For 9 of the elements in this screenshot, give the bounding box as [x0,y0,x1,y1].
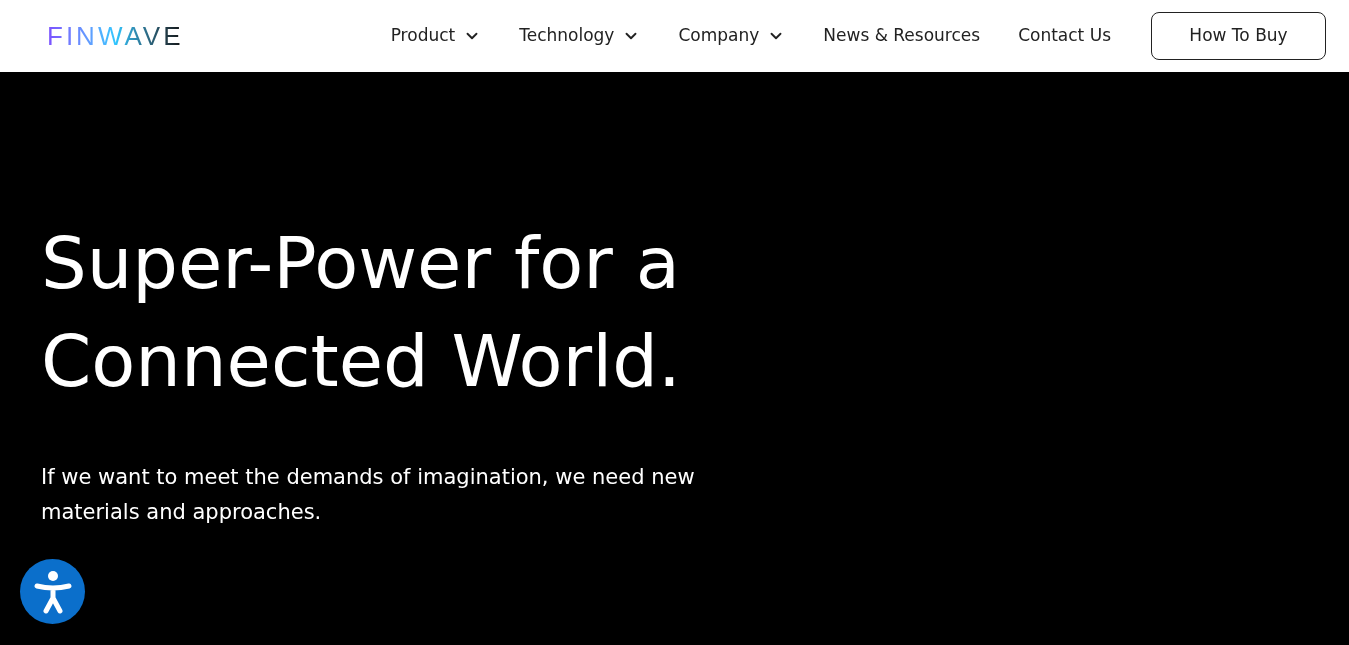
nav-link[interactable]: Contact Us [1018,23,1111,49]
nav-link[interactable]: Product [390,23,482,49]
person-icon [32,569,73,614]
hero-title: Super-Power for a Connected World. [41,220,682,405]
nav-link[interactable]: News & Resources [823,23,981,49]
hero-subtitle: If we want to meet the demands of imagination, we need new materials and approaches. [41,464,696,526]
nav-link[interactable]: Technology [519,23,641,49]
how-to-buy-button[interactable]: How To Buy [1151,12,1326,60]
nav-link[interactable]: Company [678,23,786,49]
